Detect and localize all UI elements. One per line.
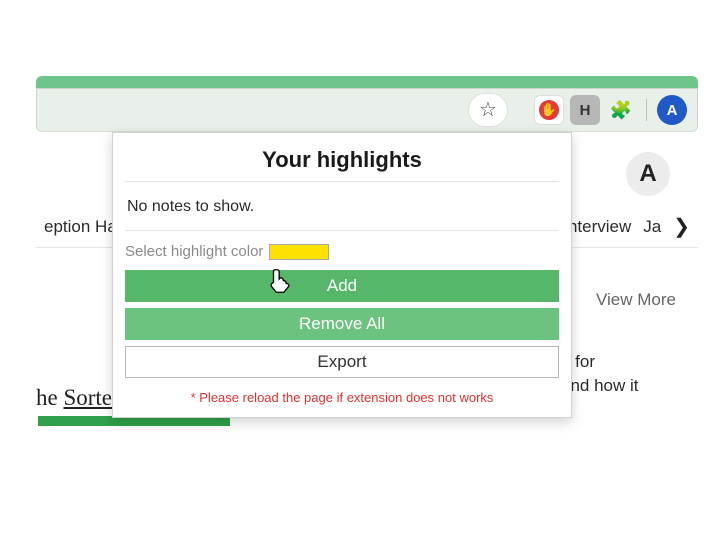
- page-paragraph-fragment: u for and how it: [561, 350, 676, 398]
- export-button[interactable]: Export: [125, 346, 559, 378]
- extensions-menu-button[interactable]: 🧩: [606, 95, 636, 125]
- popup-warning-text: * Please reload the page if extension do…: [125, 384, 559, 405]
- add-button[interactable]: Add: [125, 270, 559, 302]
- view-more-link[interactable]: View More: [596, 290, 676, 310]
- hand-stop-icon: ✋: [539, 100, 559, 120]
- popup-empty-message: No notes to show.: [125, 182, 559, 230]
- nav-item-interview[interactable]: nterview: [568, 217, 631, 237]
- browser-toolbar: ☆ ✋ H 🧩 A: [36, 88, 698, 132]
- extension-ublock-button[interactable]: ✋: [534, 95, 564, 125]
- star-icon: ☆: [479, 100, 497, 120]
- chevron-right-icon[interactable]: ❯: [673, 214, 690, 239]
- puzzle-icon: 🧩: [610, 100, 632, 121]
- highlight-color-swatch[interactable]: [269, 244, 329, 260]
- remove-all-button[interactable]: Remove All: [125, 308, 559, 340]
- popup-divider: [125, 230, 559, 231]
- title-prefix: he: [36, 385, 63, 410]
- extension-highlighter-button[interactable]: H: [570, 95, 600, 125]
- color-select-label: Select highlight color: [125, 243, 263, 260]
- profile-avatar-button[interactable]: A: [657, 95, 687, 125]
- nav-item-ja[interactable]: Ja: [643, 217, 661, 237]
- nav-item-fragment-left[interactable]: eption Ha: [44, 217, 117, 237]
- page-avatar[interactable]: A: [626, 152, 670, 196]
- popup-title: Your highlights: [125, 143, 559, 182]
- extension-popup: Your highlights No notes to show. Select…: [112, 132, 572, 418]
- toolbar-separator: [646, 99, 647, 121]
- bookmark-star-button[interactable]: ☆: [468, 93, 508, 127]
